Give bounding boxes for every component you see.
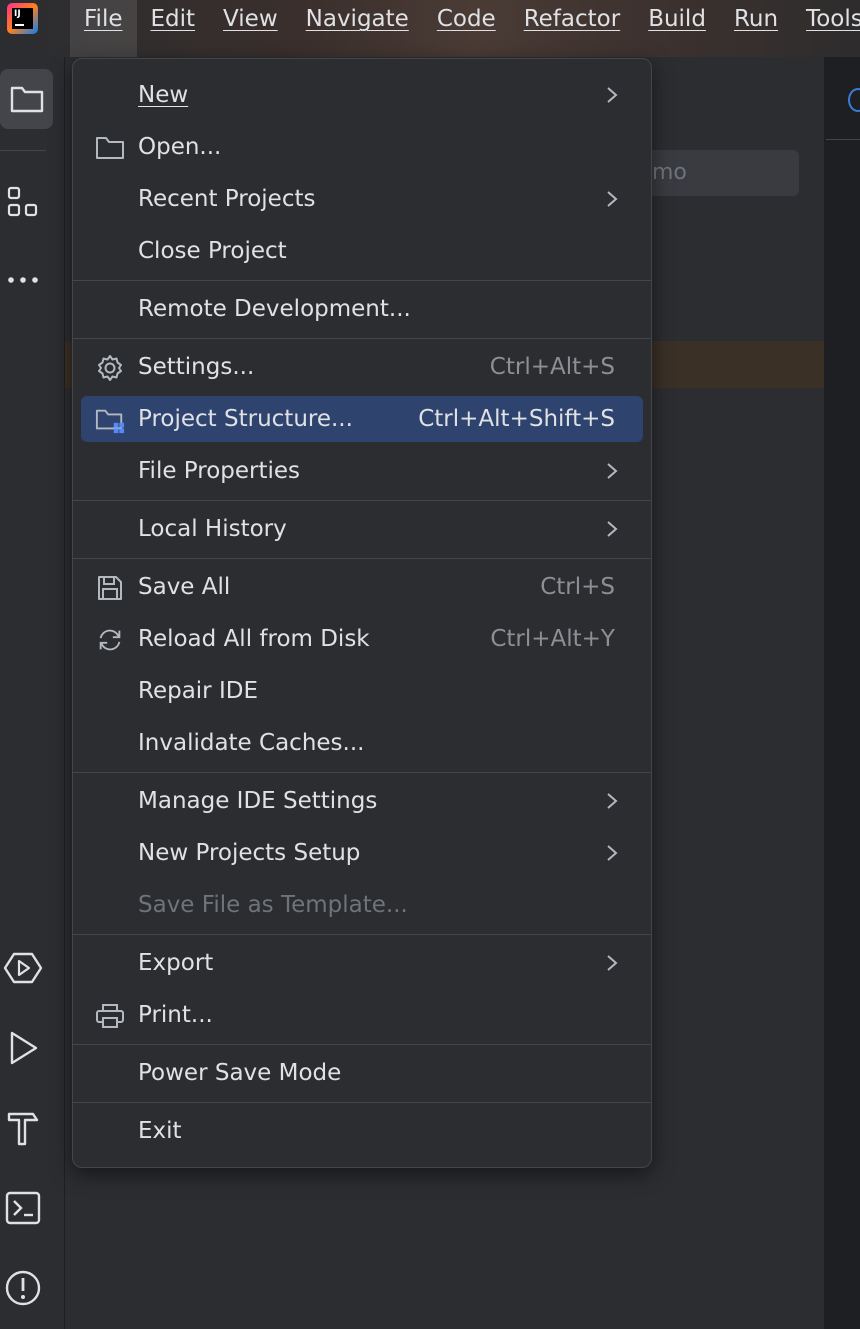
menu-item-local-history[interactable]: Local History: [81, 506, 643, 552]
menu-item-open[interactable]: Open...: [81, 124, 643, 170]
menu-item-shortcut: Ctrl+S: [540, 574, 615, 600]
menu-item-label: Save File as Template...: [138, 892, 408, 918]
chevron-right-icon: [607, 955, 618, 971]
project-folder-icon[interactable]: [0, 69, 53, 129]
menu-item-exit[interactable]: Exit: [81, 1108, 643, 1154]
menu-item-project-structure[interactable]: Project Structure... Ctrl+Alt+Shift+S: [81, 396, 643, 442]
menu-item-save-all[interactable]: Save All Ctrl+S: [81, 564, 643, 610]
main-menu-bar: File Edit View Navigate Code Refactor Bu…: [70, 0, 860, 57]
chevron-right-icon: [607, 521, 618, 537]
menu-item-invalidate-caches[interactable]: Invalidate Caches...: [81, 720, 643, 766]
chevron-right-icon: [607, 845, 618, 861]
tab-divider: [826, 139, 860, 140]
menu-item-shortcut: Ctrl+Alt+Y: [490, 626, 615, 652]
menu-code[interactable]: Code: [423, 0, 510, 38]
menu-file[interactable]: File: [70, 0, 137, 57]
menu-tools[interactable]: Tools: [792, 0, 860, 38]
search-field-background[interactable]: mo: [640, 150, 799, 196]
menu-item-new[interactable]: New: [81, 72, 643, 118]
run-icon[interactable]: [0, 1025, 46, 1071]
menu-item-label: Close Project: [138, 238, 287, 264]
gear-icon: [95, 353, 125, 383]
menu-item-label: Exit: [138, 1118, 182, 1144]
menu-item-label: Repair IDE: [138, 678, 258, 704]
menu-item-shortcut: Ctrl+Alt+S: [489, 354, 615, 380]
toolbar-divider: [0, 150, 46, 151]
menu-item-new-projects-setup[interactable]: New Projects Setup: [81, 830, 643, 876]
problems-icon[interactable]: [0, 1265, 46, 1311]
menu-build[interactable]: Build: [634, 0, 720, 38]
terminal-icon[interactable]: [0, 1185, 46, 1231]
menu-item-label: New Projects Setup: [138, 840, 361, 866]
menu-item-save-file-as-template[interactable]: Save File as Template...: [81, 882, 643, 928]
reload-icon: [95, 625, 125, 655]
menu-item-label: Reload All from Disk: [138, 626, 370, 652]
menu-item-label: File Properties: [138, 458, 301, 484]
menu-item-recent-projects[interactable]: Recent Projects: [81, 176, 643, 222]
menu-item-repair-ide[interactable]: Repair IDE: [81, 668, 643, 714]
menu-item-label: Settings...: [138, 354, 255, 380]
menu-refactor[interactable]: Refactor: [510, 0, 634, 38]
services-icon[interactable]: [0, 945, 46, 991]
menu-separator: [73, 1102, 651, 1103]
project-structure-icon: [95, 405, 125, 435]
menu-item-label: Manage IDE Settings: [138, 788, 378, 814]
chevron-right-icon: [607, 191, 618, 207]
menu-separator: [73, 558, 651, 559]
menu-edit[interactable]: Edit: [137, 0, 210, 38]
menu-separator: [73, 280, 651, 281]
chevron-right-icon: [607, 793, 618, 809]
menu-separator: [73, 338, 651, 339]
chevron-right-icon: [607, 87, 618, 103]
menu-view[interactable]: View: [209, 0, 292, 38]
menu-separator: [73, 1044, 651, 1045]
menu-run[interactable]: Run: [720, 0, 792, 38]
structure-icon[interactable]: [0, 179, 46, 225]
right-tool-strip: [824, 57, 860, 1329]
search-placeholder-text: mo: [652, 160, 687, 185]
save-icon: [95, 573, 125, 603]
menu-item-reload-all[interactable]: Reload All from Disk Ctrl+Alt+Y: [81, 616, 643, 662]
menu-item-label: Project Structure...: [138, 406, 353, 432]
menu-item-remote-development[interactable]: Remote Development...: [81, 286, 643, 332]
menu-item-label: Save All: [138, 574, 231, 600]
print-icon: [95, 1001, 125, 1031]
menu-item-label: Power Save Mode: [138, 1060, 342, 1086]
build-icon[interactable]: [0, 1105, 46, 1151]
menu-item-label: Export: [138, 950, 214, 976]
menu-separator: [73, 500, 651, 501]
menu-item-label: Recent Projects: [138, 186, 316, 212]
menu-separator: [73, 934, 651, 935]
menu-item-export[interactable]: Export: [81, 940, 643, 986]
menu-separator: [73, 772, 651, 773]
file-menu-dropdown: New Open... Recent Projects Close Projec…: [72, 58, 652, 1168]
menu-item-manage-ide-settings[interactable]: Manage IDE Settings: [81, 778, 643, 824]
logo-text: IJ: [14, 9, 21, 19]
menu-item-shortcut: Ctrl+Alt+Shift+S: [418, 406, 615, 432]
menu-item-power-save-mode[interactable]: Power Save Mode: [81, 1050, 643, 1096]
menu-item-close-project[interactable]: Close Project: [81, 228, 643, 274]
intellij-logo-icon[interactable]: IJ: [7, 3, 38, 34]
menu-item-settings[interactable]: Settings... Ctrl+Alt+S: [81, 344, 643, 390]
more-icon[interactable]: [0, 257, 46, 303]
menu-item-label: Print...: [138, 1002, 213, 1028]
menu-navigate[interactable]: Navigate: [292, 0, 423, 38]
menu-item-label: New: [138, 82, 189, 108]
menu-item-print[interactable]: Print...: [81, 992, 643, 1038]
chevron-right-icon: [607, 463, 618, 479]
menu-item-label: Local History: [138, 516, 287, 542]
menu-item-label: Invalidate Caches...: [138, 730, 365, 756]
title-bar: IJ File Edit View Navigate Code Refactor…: [0, 0, 860, 58]
menu-item-label: Remote Development...: [138, 296, 411, 322]
folder-icon: [95, 133, 125, 163]
left-tool-strip: [0, 57, 65, 1329]
menu-item-file-properties[interactable]: File Properties: [81, 448, 643, 494]
menu-item-label: Open...: [138, 134, 222, 160]
